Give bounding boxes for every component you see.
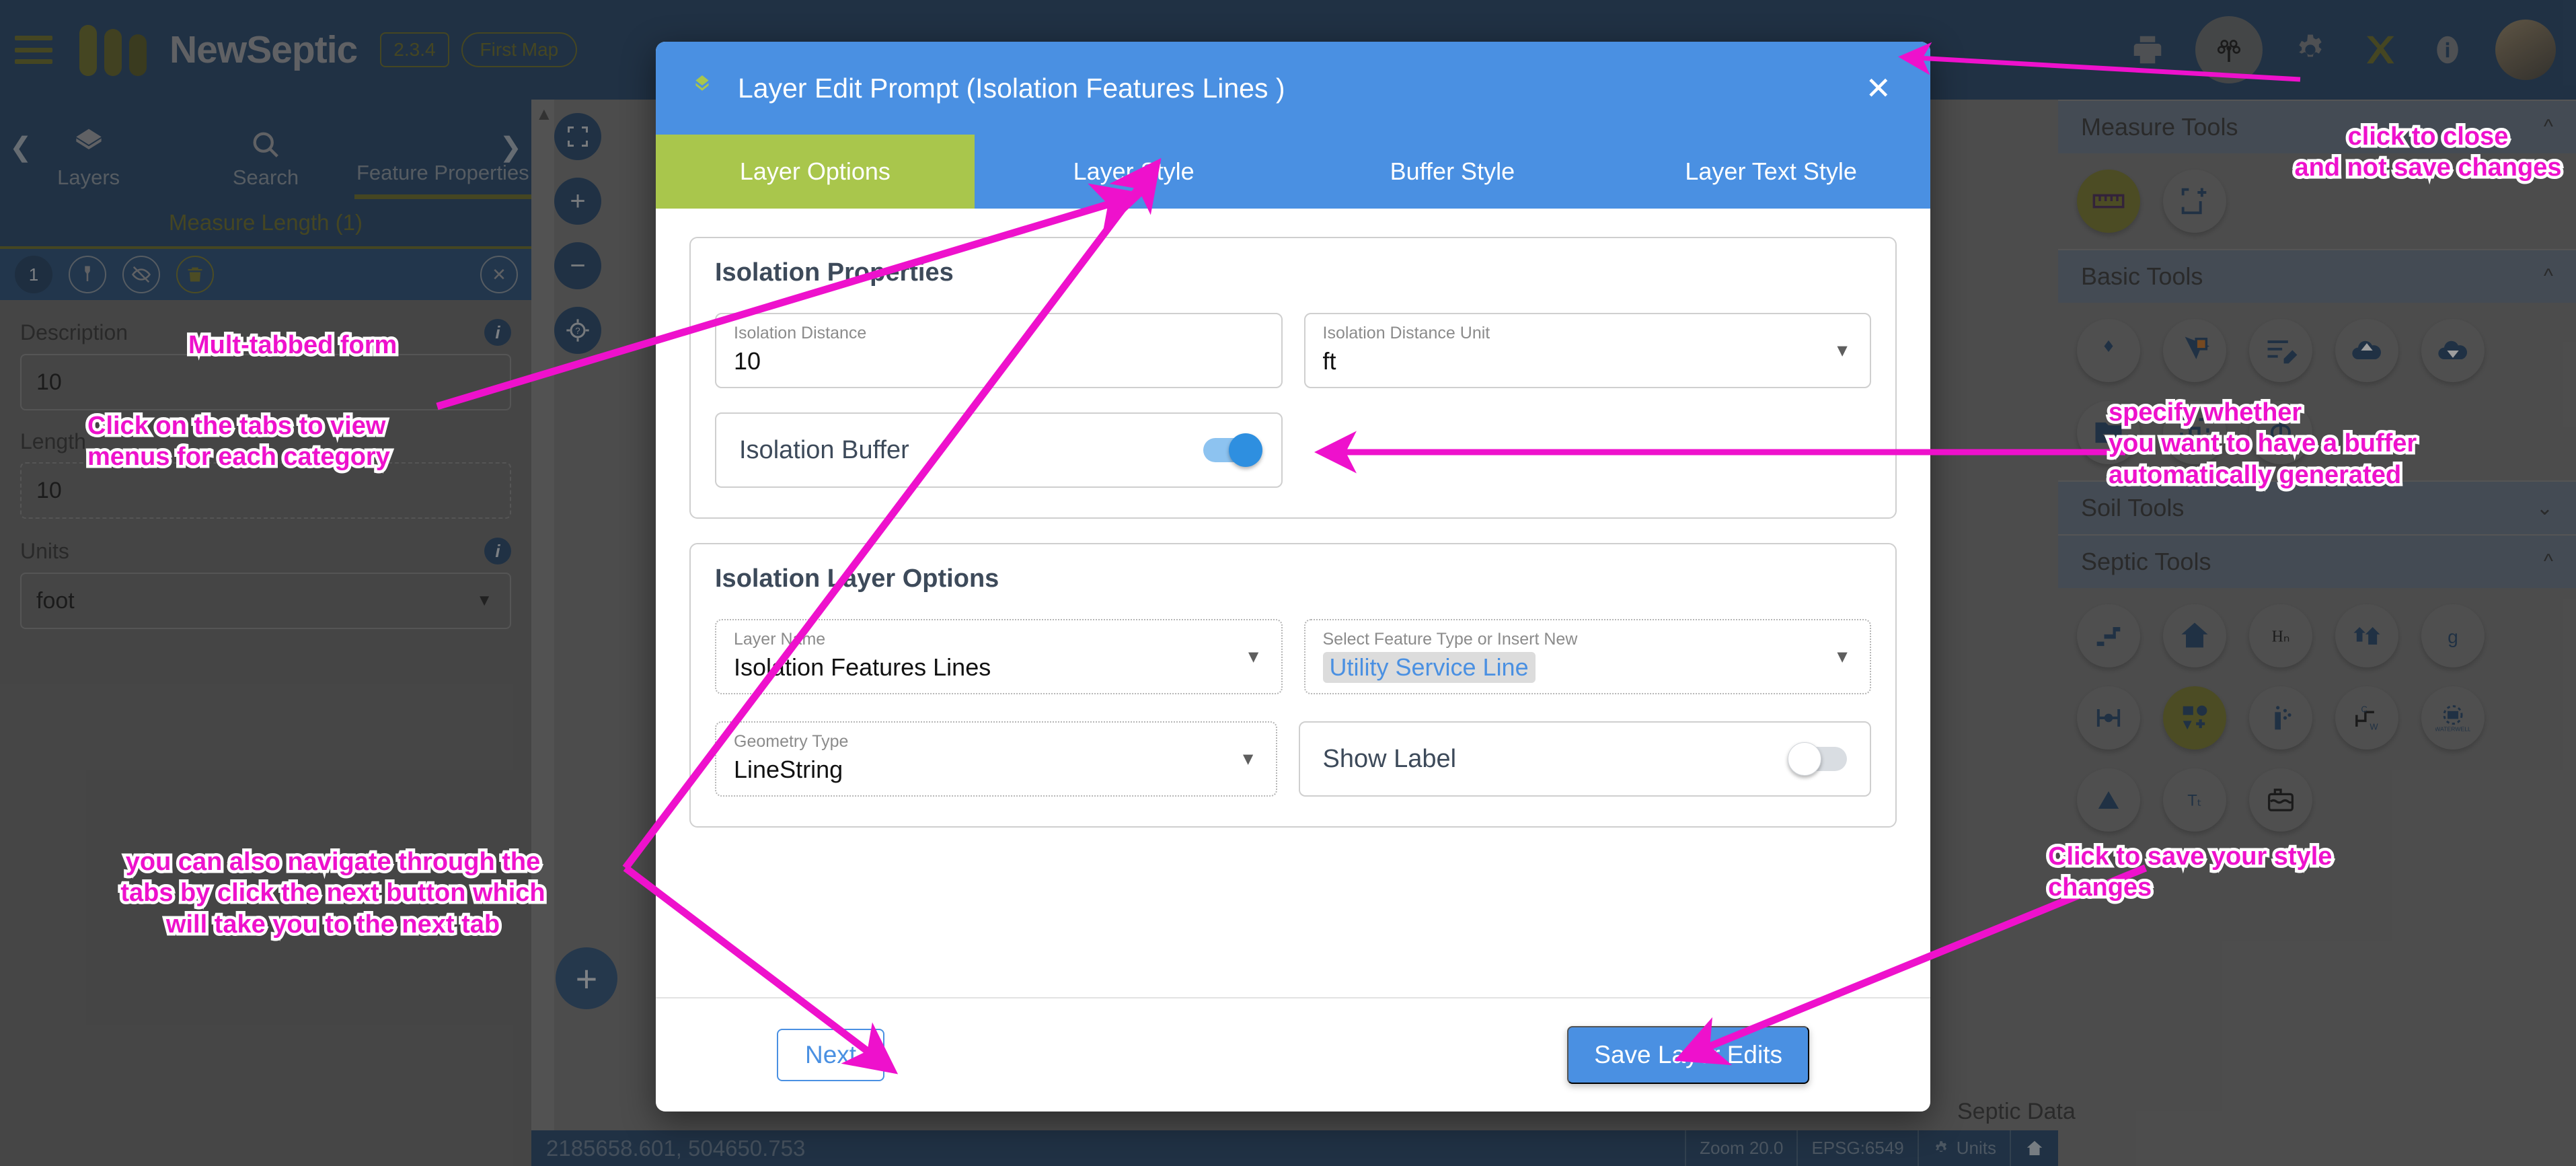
- layer-options-row-1: Layer Name Isolation Features Lines ▼ Se…: [715, 619, 1871, 694]
- annotation-form-note: Mult-tabbed form: [185, 328, 400, 362]
- annotation-close-note: click to close and not save changes: [2291, 120, 2565, 185]
- isolation-buffer-switch[interactable]: [1203, 433, 1262, 467]
- layers-icon: [695, 75, 709, 91]
- card-title: Isolation Layer Options: [715, 564, 999, 593]
- next-button[interactable]: Next: [777, 1029, 885, 1081]
- isolation-distance-input[interactable]: Isolation Distance 10: [715, 313, 1283, 388]
- isolation-fields-row: Isolation Distance 10 Isolation Distance…: [715, 313, 1871, 388]
- card-title: Isolation Properties: [715, 258, 954, 287]
- annotation-buffer-note: specify whether you want to have a buffe…: [2105, 395, 2419, 492]
- dialog-body: Isolation Properties Isolation Distance …: [656, 209, 1930, 997]
- chevron-down-icon: ▼: [1833, 646, 1851, 667]
- close-icon[interactable]: ✕: [1865, 73, 1891, 104]
- isolation-distance-unit-select[interactable]: Isolation Distance Unit ft ▼: [1303, 313, 1871, 388]
- dialog-header: Layer Edit Prompt (Isolation Features Li…: [656, 42, 1930, 135]
- annotation-tabs-note: Click on the tabs to view menus for each…: [85, 409, 393, 474]
- dialog-footer: Next Save Layer Edits: [656, 997, 1930, 1112]
- show-label-toggle-row[interactable]: Show Label: [1298, 721, 1871, 797]
- tab-layer-text-style[interactable]: Layer Text Style: [1612, 135, 1930, 209]
- isolation-buffer-label: Isolation Buffer: [739, 435, 909, 464]
- layer-name-select[interactable]: Layer Name Isolation Features Lines ▼: [715, 619, 1283, 694]
- tab-layer-options[interactable]: Layer Options: [656, 135, 975, 209]
- isolation-properties-card: Isolation Properties Isolation Distance …: [689, 237, 1897, 519]
- chevron-down-icon: ▼: [1833, 340, 1851, 361]
- feature-type-chip: Utility Service Line: [1322, 652, 1536, 683]
- tab-buffer-style[interactable]: Buffer Style: [1293, 135, 1612, 209]
- layer-options-row-2: Geometry Type LineString ▼ Show Label: [715, 721, 1871, 797]
- geometry-type-select[interactable]: Geometry Type LineString ▼: [715, 721, 1277, 797]
- feature-type-select[interactable]: Select Feature Type or Insert New Utilit…: [1303, 619, 1871, 694]
- chevron-down-icon: ▼: [1244, 646, 1262, 667]
- annotation-save-note: Click to save your style changes: [2045, 840, 2335, 905]
- show-label-label: Show Label: [1322, 744, 1457, 773]
- dialog-title: Layer Edit Prompt (Isolation Features Li…: [738, 72, 1285, 104]
- tab-layer-style[interactable]: Layer Style: [975, 135, 1293, 209]
- save-layer-edits-button[interactable]: Save Layer Edits: [1567, 1026, 1809, 1084]
- isolation-layer-options-card: Isolation Layer Options Layer Name Isola…: [689, 543, 1897, 828]
- dialog-tabs: Layer Options Layer Style Buffer Style L…: [656, 135, 1930, 209]
- annotation-next-note: you can also navigate through the tabs b…: [118, 844, 548, 941]
- isolation-buffer-toggle-row[interactable]: Isolation Buffer: [715, 412, 1283, 488]
- layer-edit-dialog: Layer Edit Prompt (Isolation Features Li…: [656, 42, 1930, 1112]
- show-label-switch[interactable]: [1788, 742, 1847, 776]
- chevron-down-icon: ▼: [1239, 748, 1257, 769]
